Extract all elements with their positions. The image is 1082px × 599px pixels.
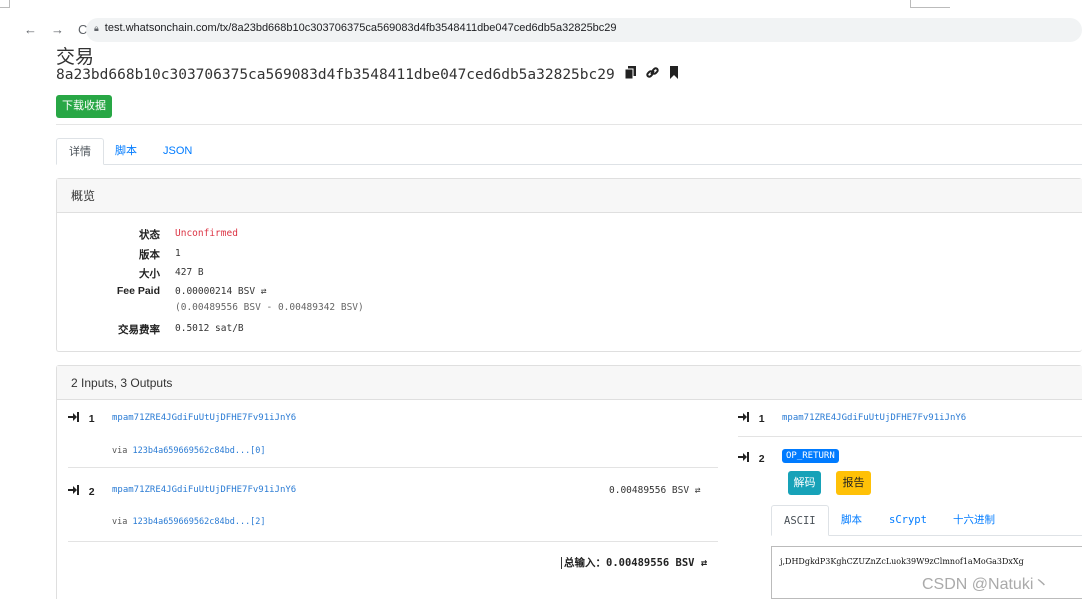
version-label: 版本 — [139, 249, 160, 261]
txid-row: 8a23bd668b10c303706375ca569083d4fb354841… — [56, 66, 679, 83]
url-display[interactable]: 🔒︎ test.whatsonchain.com/tx/8a23bd668b10… — [94, 22, 617, 34]
input-number: 2 — [88, 486, 95, 498]
main-tabs: 详情 脚本 JSON — [56, 138, 1082, 165]
browser-address-bar: ← → C 🔒︎ test.whatsonchain.com/tx/8a23bd… — [0, 18, 1082, 42]
status-value: Unconfirmed — [175, 228, 238, 239]
output-subtabs: ASCII 脚本 sCrypt 十六进制 — [771, 505, 1082, 536]
report-button[interactable]: 报告 — [836, 471, 871, 495]
fee-rate-label: 交易费率 — [118, 324, 160, 336]
input-row: 2 — [68, 485, 95, 498]
sign-in-icon — [68, 412, 85, 425]
total-input-value: 0.00489556 BSV ⇄ — [606, 557, 708, 569]
sign-in-icon — [738, 452, 755, 465]
browser-nav: ← → C — [24, 22, 87, 37]
input-row: 1 — [68, 412, 95, 425]
input-address-link[interactable]: mpam71ZRE4JGdiFuUtUjDFHE7Fv91iJnY6 — [112, 485, 296, 495]
prev-tx-link[interactable]: 123b4a659669562c84bd...[0] — [132, 446, 265, 456]
url-text: test.whatsonchain.com/tx/8a23bd668b10c30… — [104, 22, 617, 34]
lock-icon: 🔒︎ — [94, 22, 99, 33]
tab-json[interactable]: JSON — [151, 138, 204, 165]
subtab-ascii[interactable]: ASCII — [771, 505, 829, 536]
total-input: 总输入：0.00489556 BSV ⇄ — [561, 555, 707, 570]
size-value: 427 B — [175, 267, 204, 278]
forward-icon[interactable]: → — [51, 22, 64, 37]
subtab-scrypt[interactable]: sCrypt — [877, 505, 939, 536]
output-row: 1 — [738, 412, 765, 425]
download-receipt-button[interactable]: 下载收据 — [56, 95, 112, 118]
subtab-script[interactable]: 脚本 — [829, 505, 874, 536]
input-number: 1 — [88, 413, 95, 425]
window-corner-right — [910, 0, 950, 8]
decode-button[interactable]: 解码 — [788, 471, 821, 495]
bookmark-icon[interactable] — [669, 66, 679, 83]
tab-script[interactable]: 脚本 — [103, 138, 149, 165]
total-input-label: 总输入： — [561, 557, 606, 569]
subtab-hex[interactable]: 十六进制 — [941, 505, 1007, 536]
divider — [68, 467, 718, 468]
size-label: 大小 — [139, 268, 160, 280]
back-icon[interactable]: ← — [24, 22, 37, 37]
divider — [738, 436, 1082, 437]
copy-icon[interactable] — [624, 66, 636, 83]
link-icon[interactable] — [645, 66, 659, 83]
fee-paid-label: Fee Paid — [116, 285, 160, 297]
input-amount: 0.00489556 BSV ⇄ — [609, 485, 701, 496]
input-address-link[interactable]: mpam71ZRE4JGdiFuUtUjDFHE7Fv91iJnY6 — [112, 413, 296, 423]
version-value: 1 — [175, 248, 181, 259]
fee-rate-value: 0.5012 sat/B — [175, 323, 244, 334]
op-return-badge-wrap: OP_RETURN — [782, 449, 839, 463]
window-corner-left — [0, 0, 10, 8]
page-title: 交易 — [56, 47, 95, 68]
io-header: 2 Inputs, 3 Outputs — [57, 366, 1082, 400]
output-row: 2 — [738, 452, 765, 465]
op-return-badge: OP_RETURN — [782, 449, 839, 463]
fee-paid-value: 0.00000214 BSV ⇄ — [175, 286, 267, 297]
divider — [68, 541, 718, 542]
divider — [56, 124, 1082, 125]
status-label: 状态 — [139, 229, 160, 241]
overview-header: 概览 — [57, 179, 1082, 213]
watermark: CSDN @Natuki丶 — [922, 576, 1050, 593]
via-label: via — [112, 517, 128, 527]
tab-details[interactable]: 详情 — [56, 138, 104, 165]
txid-text: 8a23bd668b10c303706375ca569083d4fb354841… — [56, 66, 615, 83]
prev-tx-link[interactable]: 123b4a659669562c84bd...[2] — [132, 517, 265, 527]
input-via: via 123b4a659669562c84bd...[2] — [112, 517, 266, 527]
via-label: via — [112, 446, 128, 456]
input-via: via 123b4a659669562c84bd...[0] — [112, 446, 266, 456]
output-number: 1 — [758, 413, 765, 425]
output-number: 2 — [758, 453, 765, 465]
output-address-link[interactable]: mpam71ZRE4JGdiFuUtUjDFHE7Fv91iJnY6 — [782, 413, 966, 423]
sign-in-icon — [68, 485, 85, 498]
fee-paid-detail: (0.00489556 BSV - 0.00489342 BSV) — [175, 302, 364, 313]
sign-in-icon — [738, 412, 755, 425]
